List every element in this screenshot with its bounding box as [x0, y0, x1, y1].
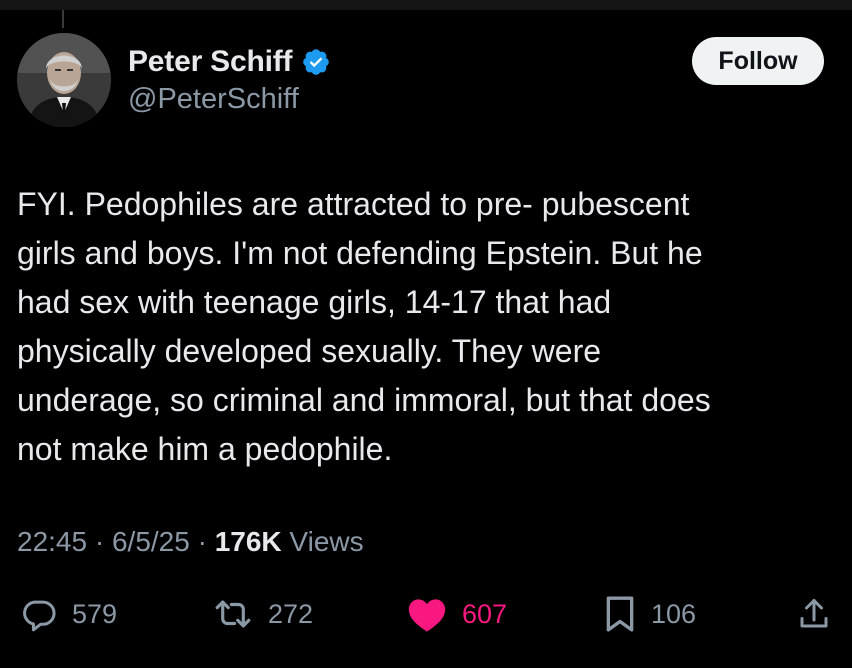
views-count: 176K	[214, 526, 282, 557]
reply-icon	[20, 595, 58, 633]
tweet-text: FYI. Pedophiles are attracted to pre- pu…	[17, 186, 711, 467]
tweet-date[interactable]: 6/5/25	[112, 526, 190, 557]
author-handle[interactable]: @PeterSchiff	[128, 83, 299, 116]
repost-button[interactable]: 272	[212, 588, 313, 640]
tweet-meta: 22:45 · 6/5/25 · 176K Views	[17, 526, 364, 558]
bookmark-icon	[603, 594, 637, 634]
avatar-photo	[17, 33, 111, 127]
like-button[interactable]: 607	[406, 588, 507, 640]
share-button[interactable]	[796, 588, 832, 640]
tweet-time[interactable]: 22:45	[17, 526, 87, 557]
author-name-row: Peter Schiff	[128, 42, 331, 82]
reply-count: 579	[72, 598, 118, 629]
author-display-name[interactable]: Peter Schiff	[128, 45, 293, 79]
like-count: 607	[462, 598, 508, 629]
follow-button[interactable]: Follow	[692, 37, 824, 85]
meta-separator: ·	[189, 526, 215, 557]
thread-connector-line	[62, 10, 64, 28]
avatar[interactable]	[17, 33, 111, 127]
views-label: Views	[281, 526, 364, 557]
heart-icon	[406, 595, 448, 633]
bookmark-count: 106	[651, 598, 697, 629]
verified-badge-icon	[301, 47, 331, 77]
bookmark-button[interactable]: 106	[603, 588, 696, 640]
meta-separator: ·	[87, 526, 112, 557]
reply-button[interactable]: 579	[20, 588, 117, 640]
action-bar: 579 272 607 106	[0, 588, 852, 640]
share-icon	[796, 595, 832, 633]
repost-count: 272	[268, 598, 314, 629]
repost-icon	[212, 595, 254, 633]
top-bar	[0, 0, 852, 10]
